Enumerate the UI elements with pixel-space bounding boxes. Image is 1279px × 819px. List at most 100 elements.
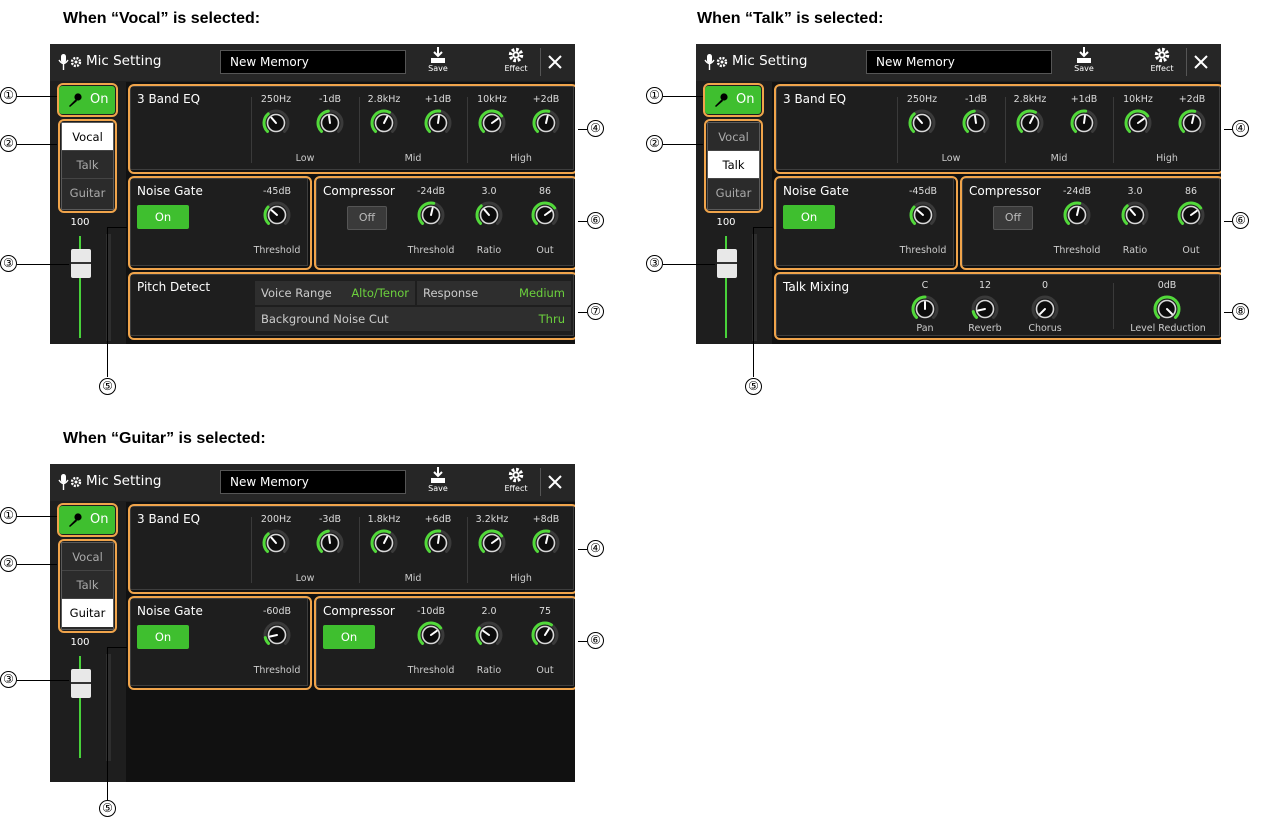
callout-line [17, 680, 69, 681]
effect-button[interactable]: Effect [498, 466, 534, 500]
app-title: Mic Setting [86, 473, 162, 489]
mic-setting-screen-talk: Mic Setting New Memory Save Effect On Vo… [696, 44, 1221, 344]
callout-line [1224, 312, 1232, 313]
highlight-eq [128, 504, 575, 594]
callout-5: ⑤ [99, 378, 116, 395]
callout-line [17, 96, 57, 97]
highlight-eq [128, 84, 575, 174]
callout-line [107, 227, 108, 377]
callout-line [753, 227, 754, 377]
highlight-pitch-detect [128, 272, 575, 340]
memory-name-field[interactable]: New Memory [866, 50, 1052, 74]
save-icon [431, 47, 445, 63]
callout-5: ⑤ [745, 378, 762, 395]
mic-volume-slider-handle[interactable] [71, 669, 91, 698]
callout-1: ① [646, 87, 663, 104]
callout-line [753, 227, 773, 228]
save-button[interactable]: Save [420, 466, 456, 500]
close-icon[interactable] [1187, 48, 1215, 76]
gear-icon [1154, 47, 1170, 63]
callout-6: ⑥ [1232, 212, 1249, 229]
callout-2: ② [646, 135, 663, 152]
caption-guitar: When “Guitar” is selected: [63, 430, 266, 447]
callout-3: ③ [0, 255, 17, 272]
caption-vocal: When “Vocal” is selected: [63, 10, 261, 27]
callout-line [1224, 129, 1232, 130]
save-label: Save [428, 484, 448, 493]
mic-volume-value: 100 [70, 637, 90, 648]
highlight-talk-mixing [774, 272, 1221, 340]
memory-name-field[interactable]: New Memory [220, 50, 406, 74]
effect-label: Effect [504, 484, 528, 493]
save-icon [1077, 47, 1091, 63]
callout-4: ④ [587, 120, 604, 137]
close-icon[interactable] [541, 468, 569, 496]
highlight-compressor [314, 596, 575, 690]
callout-line [17, 264, 69, 265]
callout-line [663, 144, 703, 145]
highlight-mic-on [57, 83, 118, 117]
highlight-type-selector [58, 119, 117, 213]
callout-line [107, 647, 127, 648]
gear-icon [508, 47, 524, 63]
save-button[interactable]: Save [1066, 46, 1102, 80]
save-label: Save [1074, 64, 1094, 73]
title-bar: Mic Setting New Memory Save Effect [50, 44, 575, 81]
mic-setting-icon [58, 54, 82, 70]
mic-setting-screen-guitar: Mic Setting New Memory Save Effect On Vo… [50, 464, 575, 782]
app-title: Mic Setting [732, 53, 808, 69]
highlight-noise-gate [128, 596, 312, 690]
caption-talk: When “Talk” is selected: [697, 10, 884, 27]
callout-line [578, 129, 587, 130]
callout-line [578, 312, 587, 313]
highlight-type-selector [58, 539, 117, 633]
callout-3: ③ [646, 255, 663, 272]
callout-1: ① [0, 87, 17, 104]
callout-line [578, 641, 587, 642]
callout-4: ④ [587, 540, 604, 557]
callout-2: ② [0, 135, 17, 152]
callout-line [663, 264, 715, 265]
callout-1: ① [0, 507, 17, 524]
highlight-eq [774, 84, 1221, 174]
mic-setting-screen-vocal: Mic Setting New Memory Save Effect On Vo… [50, 44, 575, 344]
callout-7: ⑦ [587, 303, 604, 320]
save-label: Save [428, 64, 448, 73]
effect-label: Effect [1150, 64, 1174, 73]
callout-6: ⑥ [587, 632, 604, 649]
highlight-mic-on [703, 83, 764, 117]
memory-name: New Memory [230, 475, 309, 489]
app-title: Mic Setting [86, 53, 162, 69]
callout-line [17, 516, 57, 517]
callout-3: ③ [0, 671, 17, 688]
callout-line [1224, 221, 1232, 222]
memory-name: New Memory [230, 55, 309, 69]
memory-name-field[interactable]: New Memory [220, 470, 406, 494]
callout-5: ⑤ [99, 800, 116, 817]
title-bar: Mic Setting New Memory Save Effect [50, 464, 575, 501]
mic-volume-slider-handle[interactable] [71, 249, 91, 278]
callout-line [17, 144, 57, 145]
mic-setting-icon [704, 54, 728, 70]
mic-volume-value: 100 [70, 217, 90, 228]
gear-icon [508, 467, 524, 483]
callout-line [107, 227, 127, 228]
callout-2: ② [0, 555, 17, 572]
close-icon[interactable] [541, 48, 569, 76]
highlight-type-selector [704, 119, 763, 213]
callout-6: ⑥ [587, 212, 604, 229]
effect-button[interactable]: Effect [1144, 46, 1180, 80]
save-button[interactable]: Save [420, 46, 456, 80]
callout-line [17, 564, 57, 565]
callout-8: ⑧ [1232, 303, 1249, 320]
highlight-noise-gate [128, 176, 312, 270]
callout-line [578, 221, 587, 222]
highlight-noise-gate [774, 176, 958, 270]
save-icon [431, 467, 445, 483]
effect-label: Effect [504, 64, 528, 73]
mic-volume-value: 100 [716, 217, 736, 228]
effect-button[interactable]: Effect [498, 46, 534, 80]
mic-volume-slider-handle[interactable] [717, 249, 737, 278]
highlight-mic-on [57, 503, 118, 537]
callout-4: ④ [1232, 120, 1249, 137]
